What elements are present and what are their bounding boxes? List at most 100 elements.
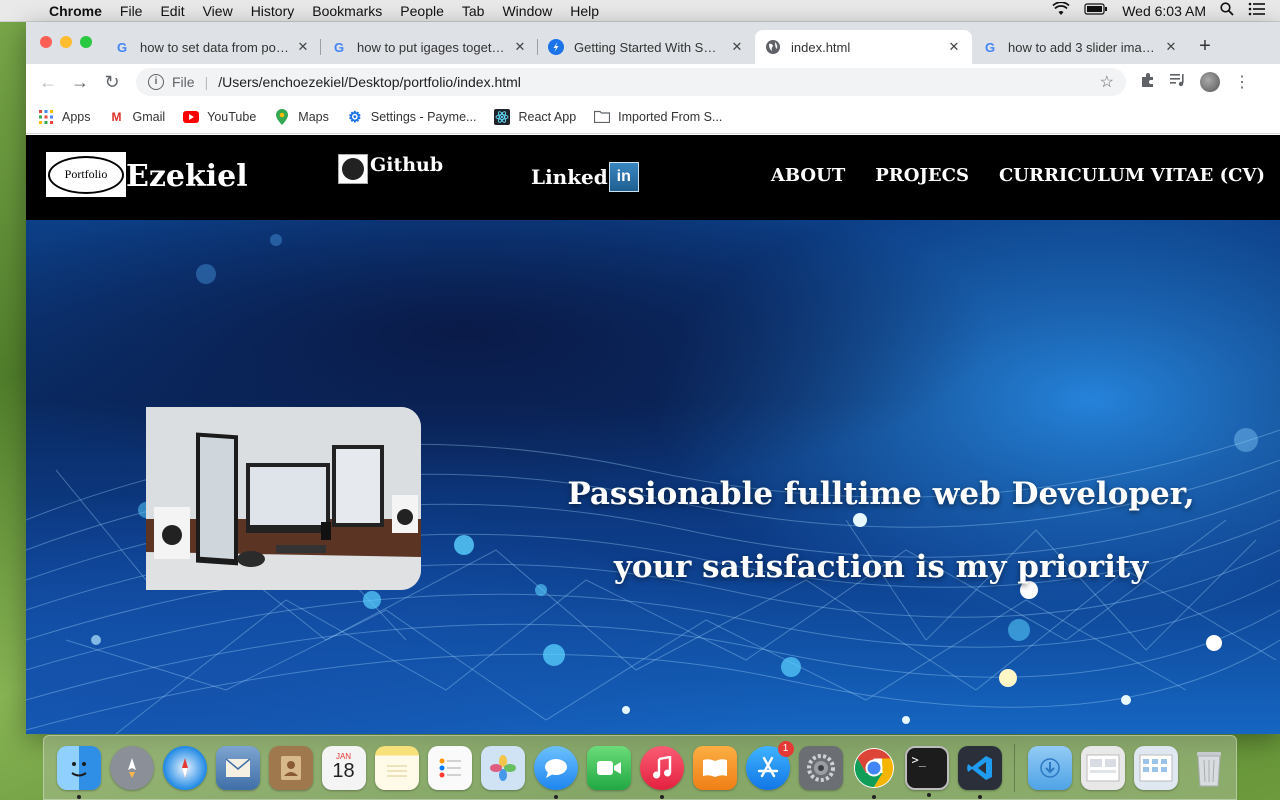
tab-slider-search[interactable]: G how to add 3 slider images ✕ [972, 30, 1189, 64]
linkedin-link[interactable]: Linked in [531, 162, 639, 192]
site-brand-name[interactable]: Ezekiel [126, 159, 248, 194]
close-window-button[interactable] [40, 36, 52, 48]
preview-window-dock-icon[interactable] [1080, 745, 1125, 790]
youtube-icon [183, 109, 200, 125]
safari-dock-icon[interactable] [162, 745, 207, 790]
bookmark-label: Maps [298, 109, 329, 124]
address-url[interactable]: /Users/enchoezekiel/Desktop/portfolio/in… [218, 74, 1099, 90]
calendar-dock-icon[interactable]: JAN 18 [321, 745, 366, 790]
photos-dock-icon[interactable] [480, 745, 525, 790]
tab-swiper[interactable]: Getting Started With Swipe ✕ [538, 30, 755, 64]
vscode-dock-icon[interactable] [957, 745, 1002, 799]
close-tab-icon[interactable]: ✕ [512, 39, 528, 55]
menu-file[interactable]: File [111, 3, 152, 19]
menubar-status-area: Wed 6:03 AM [1052, 1, 1280, 19]
hero-section: Passionable fulltime web Developer, your… [26, 220, 1280, 734]
launchpad-dock-icon[interactable] [109, 745, 154, 790]
reminders-dock-icon[interactable] [427, 745, 472, 790]
nav-projects[interactable]: PROJECS [875, 165, 969, 186]
tagline-line-1: Passionable fulltime web Developer, [567, 476, 1195, 512]
app-store-update-badge: 1 [777, 740, 794, 757]
address-bar[interactable]: i File | /Users/enchoezekiel/Desktop/por… [136, 68, 1126, 96]
books-dock-icon[interactable] [692, 745, 737, 790]
back-arrow-icon[interactable]: ← [32, 72, 64, 93]
contacts-dock-icon[interactable] [268, 745, 313, 790]
reload-icon[interactable]: ↻ [96, 72, 128, 93]
nav-about[interactable]: ABOUT [771, 165, 845, 186]
calendar-day: 18 [332, 760, 355, 782]
google-icon: G [333, 39, 345, 55]
menu-view[interactable]: View [194, 3, 242, 19]
toolbar-actions: ⋮ [1140, 72, 1250, 92]
desk-setup-photo [146, 407, 421, 590]
menu-edit[interactable]: Edit [151, 3, 193, 19]
bookmark-label: Apps [62, 109, 91, 124]
bookmark-imported-folder[interactable]: Imported From S... [594, 109, 722, 125]
github-link[interactable]: Github [338, 154, 443, 184]
profile-avatar[interactable] [1200, 72, 1220, 92]
hero-tagline: Passionable fulltime web Developer, your… [546, 458, 1216, 604]
google-icon: G [116, 39, 128, 55]
wifi-icon[interactable] [1052, 1, 1070, 19]
facetime-dock-icon[interactable] [586, 745, 631, 790]
app-store-dock-icon[interactable]: 1 [745, 740, 794, 790]
bookmark-star-icon[interactable]: ☆ [1100, 72, 1114, 92]
close-tab-icon[interactable]: ✕ [295, 39, 311, 55]
maps-icon [274, 108, 290, 125]
bookmark-react-app[interactable]: React App [494, 108, 577, 125]
menu-bookmarks[interactable]: Bookmarks [303, 3, 391, 19]
media-queue-icon[interactable] [1170, 73, 1186, 91]
minimize-window-button[interactable] [60, 36, 72, 48]
app-menu-chrome[interactable]: Chrome [40, 3, 111, 19]
portfolio-logo[interactable]: Portfolio [46, 152, 126, 197]
finder-dock-icon[interactable] [56, 745, 101, 799]
mail-dock-icon[interactable] [215, 745, 260, 790]
close-tab-icon[interactable]: ✕ [1163, 39, 1179, 55]
bookmark-youtube[interactable]: YouTube [183, 109, 256, 125]
downloads-folder-dock-icon[interactable] [1027, 745, 1072, 790]
nav-cv[interactable]: CURRICULUM VITAE (CV) [999, 165, 1265, 186]
system-preferences-dock-icon[interactable] [798, 745, 843, 790]
messages-dock-icon[interactable] [533, 745, 578, 799]
music-dock-icon[interactable] [639, 745, 684, 799]
trash-dock-icon[interactable] [1187, 746, 1231, 790]
menu-window[interactable]: Window [493, 3, 561, 19]
chrome-dock-icon[interactable] [852, 746, 896, 799]
extensions-puzzle-icon[interactable] [1140, 72, 1156, 92]
bookmark-apps[interactable]: Apps [38, 109, 91, 125]
bookmarks-bar: Apps M Gmail YouTube Maps ⚙ Settings - P… [26, 100, 1280, 134]
site-info-icon[interactable]: i [148, 74, 164, 90]
bookmark-maps[interactable]: Maps [274, 108, 329, 125]
notes-dock-icon[interactable] [374, 745, 419, 790]
bookmark-label: Imported From S... [618, 109, 723, 124]
menu-history[interactable]: History [242, 3, 304, 19]
swiper-icon [548, 39, 564, 55]
bookmark-label: React App [518, 109, 577, 124]
close-tab-icon[interactable]: ✕ [946, 39, 962, 55]
screen-window-dock-icon[interactable] [1133, 745, 1178, 790]
tab-posm-search[interactable]: G how to set data from posm ✕ [104, 30, 321, 64]
terminal-dock-icon[interactable]: >_ [904, 745, 949, 797]
chrome-menu-icon[interactable]: ⋮ [1234, 72, 1250, 92]
zoom-window-button[interactable] [80, 36, 92, 48]
battery-icon[interactable] [1084, 3, 1108, 18]
bookmark-settings[interactable]: ⚙ Settings - Payme... [347, 108, 476, 126]
close-tab-icon[interactable]: ✕ [729, 39, 745, 55]
new-tab-button[interactable]: + [1189, 30, 1221, 64]
bookmark-gmail[interactable]: M Gmail [109, 109, 166, 125]
menu-people[interactable]: People [391, 3, 453, 19]
tab-title: how to set data from posm [140, 39, 289, 55]
tab-index-html[interactable]: index.html ✕ [755, 30, 972, 64]
gear-icon: ⚙ [348, 108, 362, 126]
gmail-icon: M [111, 109, 122, 124]
menu-help[interactable]: Help [561, 3, 608, 19]
menu-tab[interactable]: Tab [453, 3, 494, 19]
tab-igages-search[interactable]: G how to put igages together ✕ [321, 30, 538, 64]
clock[interactable]: Wed 6:03 AM [1122, 3, 1206, 19]
notification-center-icon[interactable] [1248, 2, 1266, 19]
tab-title: how to add 3 slider images [1008, 39, 1157, 55]
tagline-line-2: your satisfaction is my priority [613, 549, 1149, 585]
macos-menubar: Chrome File Edit View History Bookmarks … [0, 0, 1280, 22]
forward-arrow-icon[interactable]: → [64, 72, 96, 93]
spotlight-search-icon[interactable] [1220, 2, 1234, 19]
